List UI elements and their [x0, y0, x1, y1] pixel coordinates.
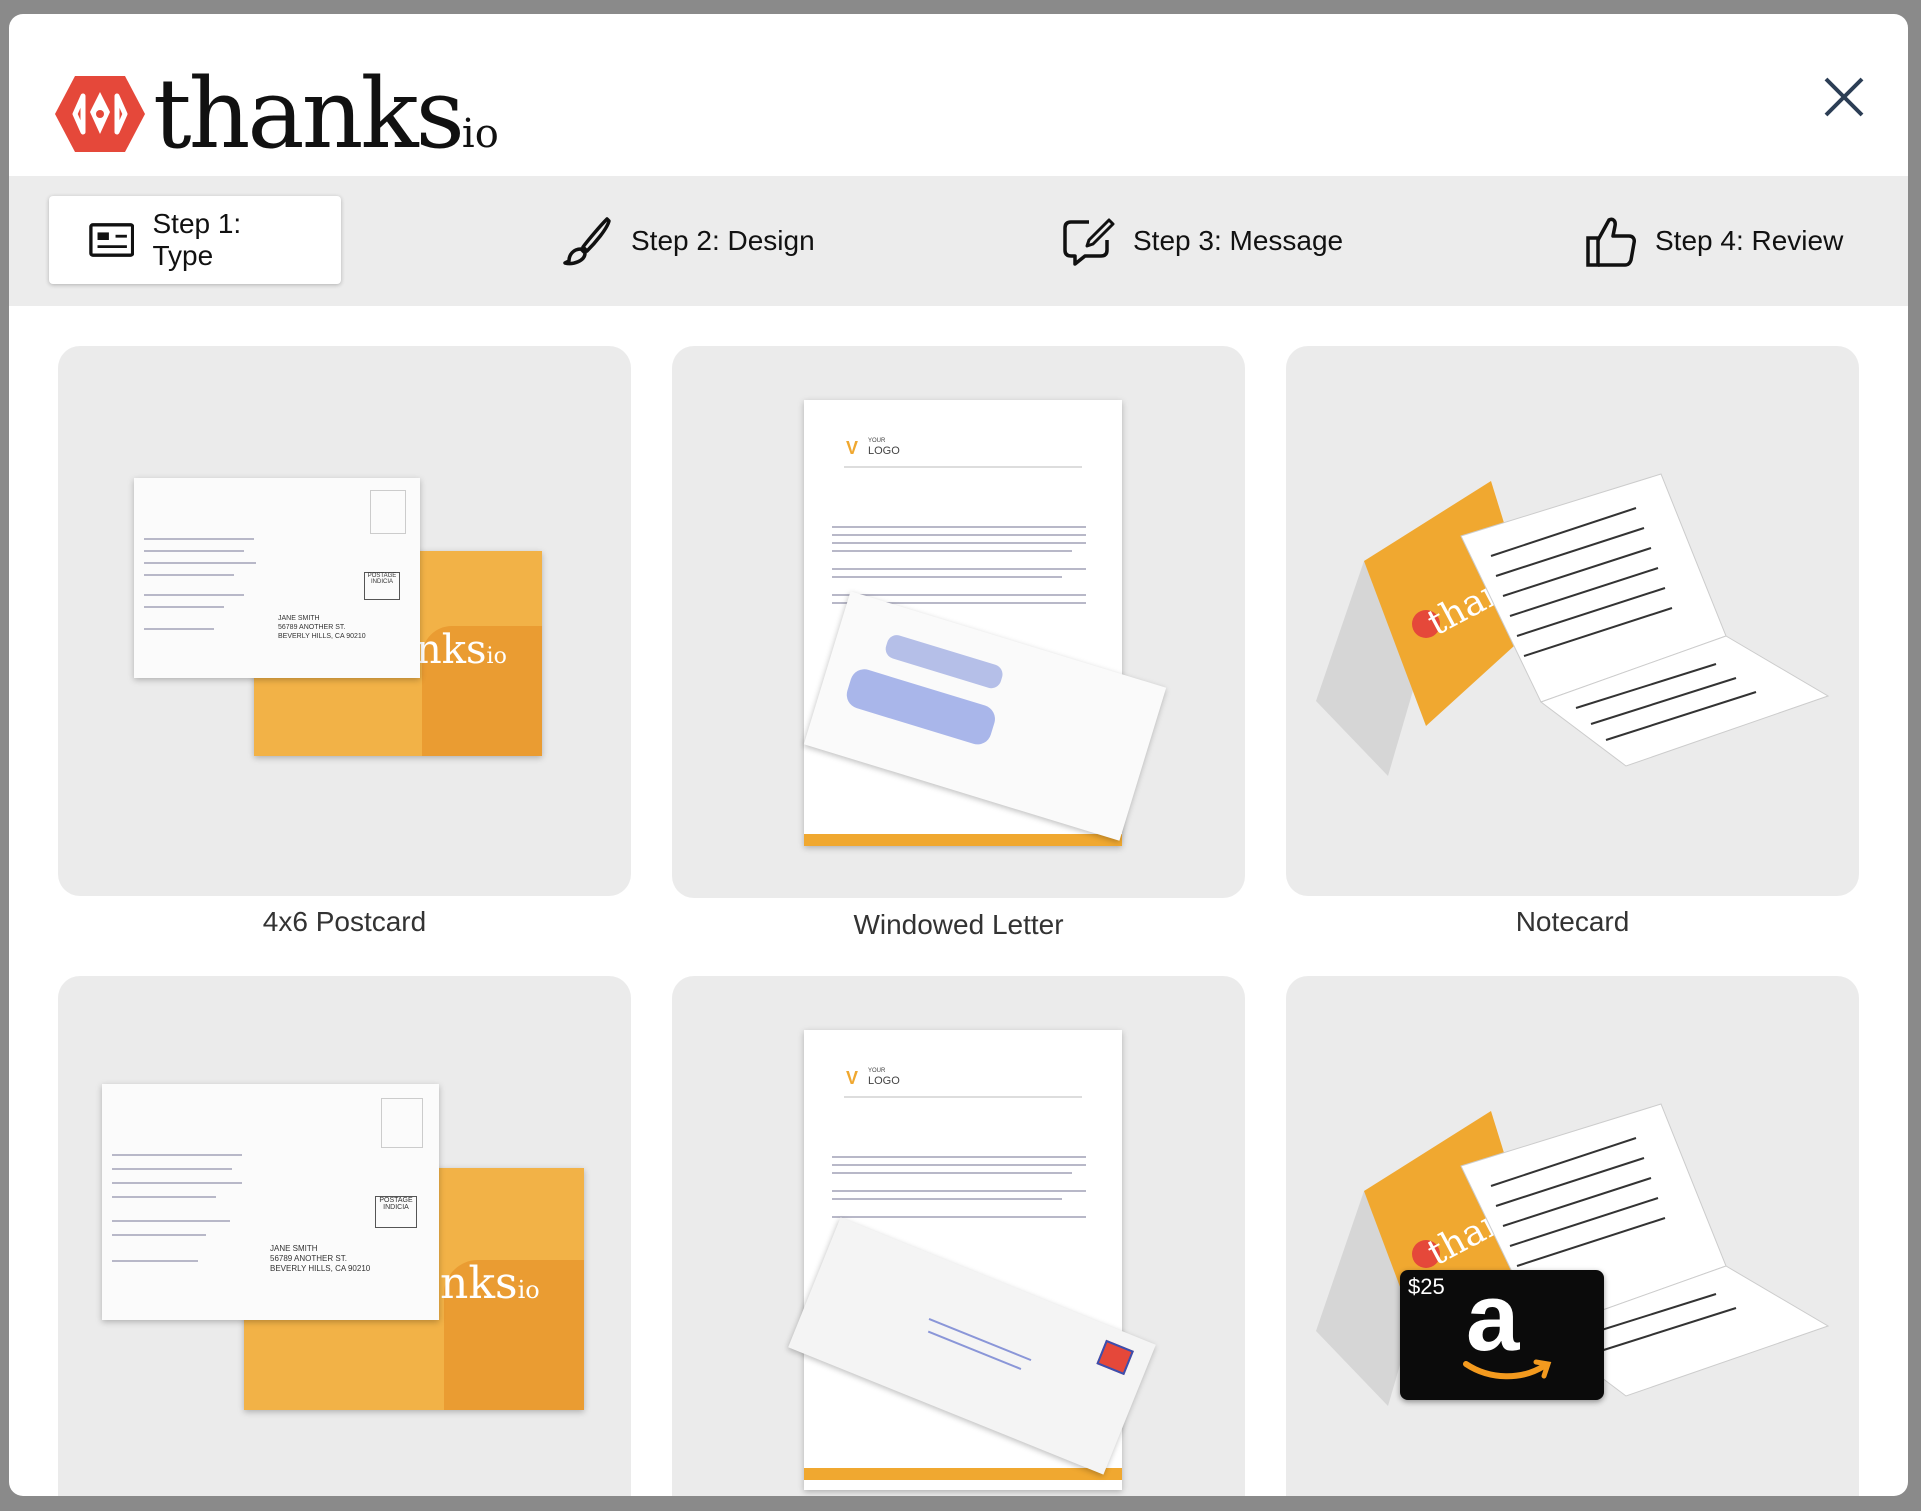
- notecard-image: thank: [1316, 1103, 1830, 1406]
- step-type-tab[interactable]: Step 1: Type: [49, 196, 341, 284]
- amazon-logo-icon: a: [1466, 1264, 1520, 1371]
- step-label: Step 1: Type: [152, 208, 242, 271]
- card-type-icon: [89, 223, 135, 257]
- mail-type-label: Notecard: [1515, 906, 1630, 937]
- step-message-tab[interactable]: Step 3: Message: [1061, 176, 1343, 306]
- close-button[interactable]: [1816, 69, 1872, 125]
- postcard-card[interactable]: nksio POSTAGE INDICIA JANE SMITH 56789 A…: [58, 346, 631, 896]
- step-label: Step 3: Message: [1133, 225, 1344, 256]
- thumbs-up-icon: [1586, 217, 1636, 267]
- step-design-tab[interactable]: Step 2: Design: [561, 176, 815, 306]
- thanks-io-logo: thanksio: [53, 64, 499, 164]
- notecard-giftcard-card[interactable]: thank $25 a: [1286, 976, 1859, 1496]
- modal-header: thanksio: [9, 14, 1908, 176]
- postcard-back-image: POSTAGE INDICIA JANE SMITH 56789 ANOTHER…: [134, 478, 420, 678]
- brush-icon: [563, 217, 611, 266]
- wizard-steps: Step 1: Type Step 2: Design Step 3: Mess…: [9, 176, 1908, 306]
- mail-type-modal: thanksio Step 1: Type Step 2: Design Ste…: [9, 14, 1908, 1496]
- notecard-card[interactable]: thank: [1286, 346, 1859, 896]
- gift-card-amount: $25: [1408, 1274, 1445, 1299]
- mail-type-grid: nksio POSTAGE INDICIA JANE SMITH 56789 A…: [9, 306, 1908, 1496]
- notecard-image: thank: [1316, 473, 1830, 776]
- amazon-smile-icon: [1463, 1359, 1552, 1380]
- close-icon: [1824, 77, 1864, 117]
- gift-card-image: $25 a: [1400, 1270, 1604, 1400]
- postcard-back-image: POSTAGE INDICIA JANE SMITH 56789 ANOTHER…: [102, 1084, 439, 1320]
- mail-type-label: Windowed Letter: [853, 909, 1064, 940]
- step-review-tab[interactable]: Step 4: Review: [1585, 176, 1843, 306]
- pen-hexagon-logo-icon: [55, 76, 145, 152]
- postcard-variant-card[interactable]: nksio POSTAGE INDICIA JANE SMITH 56789 A…: [58, 976, 631, 1496]
- windowed-letter-card[interactable]: V YOUR LOGO: [672, 346, 1245, 898]
- step-label: Step 2: Design: [631, 225, 815, 256]
- logo-wordmark: thanksio: [153, 58, 499, 170]
- step-label: Step 4: Review: [1655, 225, 1844, 256]
- mail-type-label: 4x6 Postcard: [262, 906, 427, 937]
- message-edit-icon: [1063, 218, 1115, 266]
- letter-envelope-card[interactable]: V YOUR LOGO: [672, 976, 1245, 1496]
